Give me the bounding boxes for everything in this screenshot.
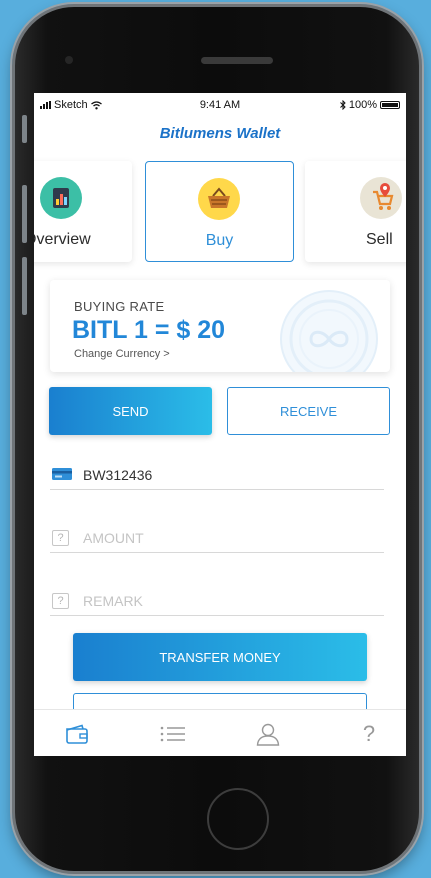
bottom-tab-bar: ? bbox=[34, 709, 406, 756]
category-label-buy: Buy bbox=[205, 232, 234, 249]
tab-wallet[interactable] bbox=[62, 720, 92, 748]
home-button[interactable] bbox=[207, 788, 269, 850]
mute-switch bbox=[22, 115, 27, 143]
card-icon bbox=[52, 468, 72, 480]
overview-chart-icon bbox=[40, 177, 82, 219]
buying-rate-card: BUYING RATE BITL 1 = $ 20 Change Currenc… bbox=[50, 280, 390, 372]
category-card-buy[interactable]: Buy bbox=[145, 161, 294, 262]
bitlumens-infinity-logo-icon bbox=[280, 290, 378, 372]
account-field bbox=[50, 460, 384, 490]
tab-profile[interactable] bbox=[253, 720, 283, 748]
change-currency-link[interactable]: Change Currency > bbox=[74, 348, 170, 360]
account-input[interactable] bbox=[83, 462, 373, 488]
earpiece-speaker bbox=[201, 57, 273, 64]
volume-down-button bbox=[22, 257, 27, 315]
status-bar: Sketch 9:41 AM 100% bbox=[34, 93, 406, 115]
remark-input[interactable] bbox=[83, 588, 373, 614]
battery-icon bbox=[380, 101, 400, 109]
category-label-overview: Overview bbox=[34, 231, 91, 248]
question-box-icon: ? bbox=[52, 593, 69, 609]
buying-rate-title: BUYING RATE bbox=[74, 299, 165, 314]
battery-percent: 100% bbox=[348, 99, 377, 111]
receive-button[interactable]: RECEIVE bbox=[227, 387, 390, 435]
tab-list[interactable] bbox=[158, 720, 188, 748]
buying-rate-value: BITL 1 = $ 20 bbox=[72, 316, 226, 344]
user-icon bbox=[256, 723, 280, 746]
question-mark-icon: ? bbox=[362, 721, 376, 746]
transfer-money-button[interactable]: TRANSFER MONEY bbox=[73, 633, 367, 681]
volume-up-button bbox=[22, 185, 27, 243]
app-screen: Sketch 9:41 AM 100% Bitlumens Wallet ver… bbox=[34, 93, 406, 756]
category-label-sell: Sell bbox=[366, 231, 393, 248]
shopping-basket-icon bbox=[198, 178, 240, 220]
tab-help[interactable]: ? bbox=[354, 720, 384, 748]
category-card-overview[interactable]: Overview bbox=[34, 161, 132, 262]
send-button[interactable]: SEND bbox=[49, 387, 212, 435]
app-title: Bitlumens Wallet bbox=[159, 125, 281, 142]
amount-field: ? bbox=[50, 523, 384, 553]
wallet-icon bbox=[66, 724, 88, 744]
front-camera bbox=[65, 56, 73, 64]
category-card-sell[interactable]: Sell bbox=[305, 161, 406, 262]
question-box-icon: ? bbox=[52, 530, 69, 546]
bluetooth-icon bbox=[340, 100, 346, 110]
list-icon bbox=[160, 726, 185, 742]
remark-field: ? bbox=[50, 586, 384, 616]
amount-input[interactable] bbox=[83, 525, 373, 551]
cart-location-icon bbox=[360, 177, 402, 219]
